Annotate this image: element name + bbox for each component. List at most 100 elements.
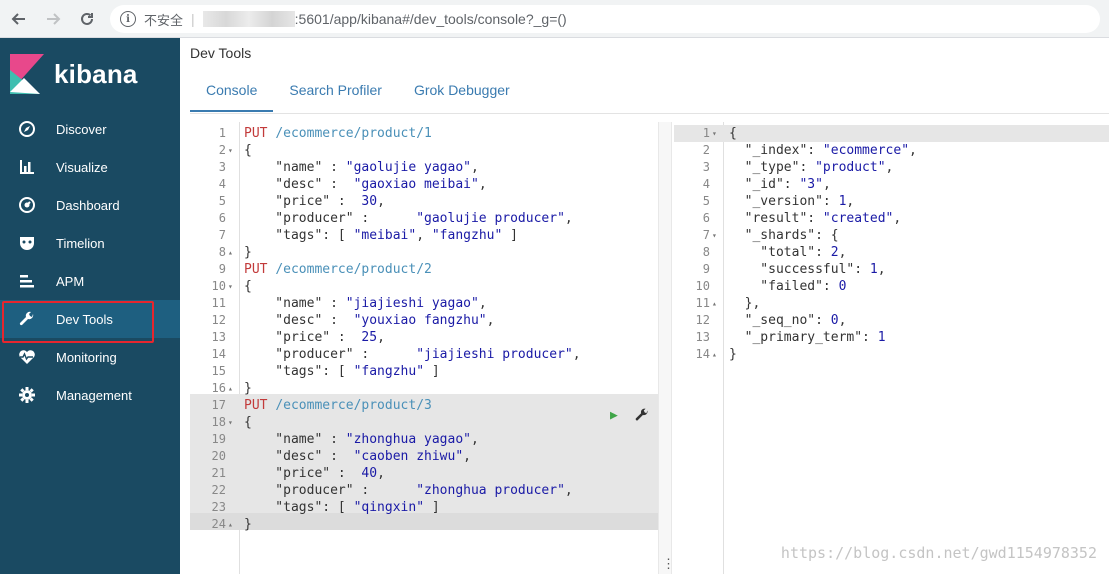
sidebar-item-label: Timelion (56, 235, 105, 251)
fold-toggle-icon[interactable]: ▾ (712, 227, 722, 244)
sidebar-item-management[interactable]: Management (0, 376, 180, 414)
line-number: 12 (211, 313, 226, 327)
sidebar-item-discover[interactable]: Discover (0, 110, 180, 148)
code-text: "price" : 30, (244, 194, 385, 209)
code-text: "successful": 1, (729, 262, 886, 277)
kibana-brand: kibana (54, 58, 138, 89)
line-number: 8 (702, 245, 710, 259)
tabs-divider (190, 113, 1109, 114)
timelion-mask-icon (16, 232, 38, 254)
code-text: "_index": "ecommerce", (729, 143, 917, 158)
pane-resizer[interactable]: ⋮ (658, 122, 675, 574)
line-number: 4 (702, 177, 710, 191)
wrench-icon (16, 308, 38, 330)
sidebar-item-apm[interactable]: APM (0, 262, 180, 300)
sidebar-item-label: Monitoring (56, 349, 117, 365)
code-text: "desc" : "caoben zhiwu", (244, 449, 471, 464)
code-text: "name" : "gaolujie yagao", (244, 160, 479, 175)
line-number: 1 (218, 126, 226, 140)
code-text: { (729, 126, 737, 141)
sidebar-item-label: Dev Tools (56, 311, 113, 327)
code-text: "name" : "jiajieshi yagao", (244, 296, 487, 311)
code-text: "tags": [ "fangzhu" ] (244, 364, 440, 379)
dev-tools-main: Dev Tools Console Search Profiler Grok D… (180, 38, 1109, 574)
address-separator: | (191, 11, 195, 27)
info-icon[interactable]: i (120, 11, 136, 27)
line-number: 19 (211, 432, 226, 446)
sidebar-item-visualize[interactable]: Visualize (0, 148, 180, 186)
code-text: "_seq_no": 0, (729, 313, 847, 328)
watermark: https://blog.csdn.net/gwd1154978352 (780, 544, 1097, 562)
line-number: 4 (218, 177, 226, 191)
line-number: 14 (211, 347, 226, 361)
back-arrow-icon (11, 12, 25, 25)
code-text: } (244, 245, 252, 260)
code-text: "producer" : "zhonghua producer", (244, 483, 573, 498)
redacted-host (202, 11, 295, 27)
kibana-logo[interactable]: kibana (0, 38, 180, 110)
fold-toggle-icon[interactable]: ▾ (712, 125, 722, 142)
fold-toggle-icon[interactable]: ▾ (228, 414, 238, 431)
code-text: PUT /ecommerce/product/2 (244, 262, 432, 277)
line-number: 7 (702, 228, 710, 242)
run-request-button[interactable]: ▶ (610, 408, 618, 423)
line-number: 3 (218, 160, 226, 174)
tab-search-profiler[interactable]: Search Profiler (273, 76, 398, 112)
fold-toggle-icon[interactable]: ▴ (228, 244, 238, 261)
line-number: 11 (695, 296, 710, 310)
request-actions-wrench-button[interactable] (634, 407, 650, 427)
fold-toggle-icon[interactable]: ▴ (228, 380, 238, 397)
code-text: }, (729, 296, 761, 311)
forward-button[interactable] (38, 4, 68, 34)
fold-toggle-icon[interactable]: ▾ (228, 142, 238, 159)
line-number: 18 (211, 415, 226, 429)
line-number: 8 (218, 245, 226, 259)
back-button[interactable] (4, 4, 34, 34)
insecure-label: 不安全 (144, 12, 184, 28)
sidebar-item-label: Dashboard (56, 197, 120, 213)
code-text: "producer" : "gaolujie producer", (244, 211, 573, 226)
sidebar-item-timelion[interactable]: Timelion (0, 224, 180, 262)
code-text: "result": "created", (729, 211, 902, 226)
console-editor[interactable]: 1 PUT /ecommerce/product/1 2 ▾{3 "name" : "… (190, 122, 658, 574)
code-text: "desc" : "youxiao fangzhu", (244, 313, 495, 328)
tab-console[interactable]: Console (190, 76, 274, 112)
console-output[interactable]: 1 ▾{2 "_index": "ecommerce", 3 "_type": "p… (674, 122, 1109, 574)
tab-grok-debugger[interactable]: Grok Debugger (398, 76, 526, 112)
code-text: "tags": [ "meibai", "fangzhu" ] (244, 228, 518, 243)
line-number: 13 (695, 330, 710, 344)
browser-toolbar: i 不安全 | :5601/app/kibana#/dev_tools/cons… (0, 0, 1109, 38)
dev-tools-tabs: Console Search Profiler Grok Debugger (190, 76, 526, 112)
line-number: 12 (695, 313, 710, 327)
bar-chart-icon (16, 156, 38, 178)
code-text: "_id": "3", (729, 177, 831, 192)
code-text: } (729, 347, 737, 362)
fold-toggle-icon[interactable]: ▴ (712, 295, 722, 312)
fold-toggle-icon[interactable]: ▴ (712, 346, 722, 363)
sidebar-item-monitoring[interactable]: Monitoring (0, 338, 180, 376)
apm-bars-icon (16, 270, 38, 292)
line-number: 9 (218, 262, 226, 276)
line-number: 14 (695, 347, 710, 361)
sidebar-item-dev-tools[interactable]: Dev Tools (0, 300, 180, 343)
fold-toggle-icon[interactable]: ▴ (228, 516, 238, 533)
sidebar-item-dashboard[interactable]: Dashboard (0, 186, 180, 224)
kibana-logo-icon (10, 54, 44, 94)
code-text: { (244, 143, 252, 158)
compass-icon (16, 118, 38, 140)
line-number: 13 (211, 330, 226, 344)
line-number: 10 (211, 279, 226, 293)
line-number: 20 (211, 449, 226, 463)
code-text: PUT /ecommerce/product/3 (244, 398, 432, 413)
url-text: :5601/app/kibana#/dev_tools/console?_g=(… (294, 11, 567, 27)
line-number: 15 (211, 364, 226, 378)
line-number: 23 (211, 500, 226, 514)
code-text: "failed": 0 (729, 279, 847, 294)
line-number: 5 (702, 194, 710, 208)
fold-toggle-icon[interactable]: ▾ (228, 278, 238, 295)
gear-icon (16, 384, 38, 406)
address-bar[interactable]: i 不安全 | :5601/app/kibana#/dev_tools/cons… (110, 5, 1100, 33)
code-text: "tags": [ "qingxin" ] (244, 500, 440, 515)
reload-button[interactable] (72, 4, 102, 34)
line-number: 2 (218, 143, 226, 157)
